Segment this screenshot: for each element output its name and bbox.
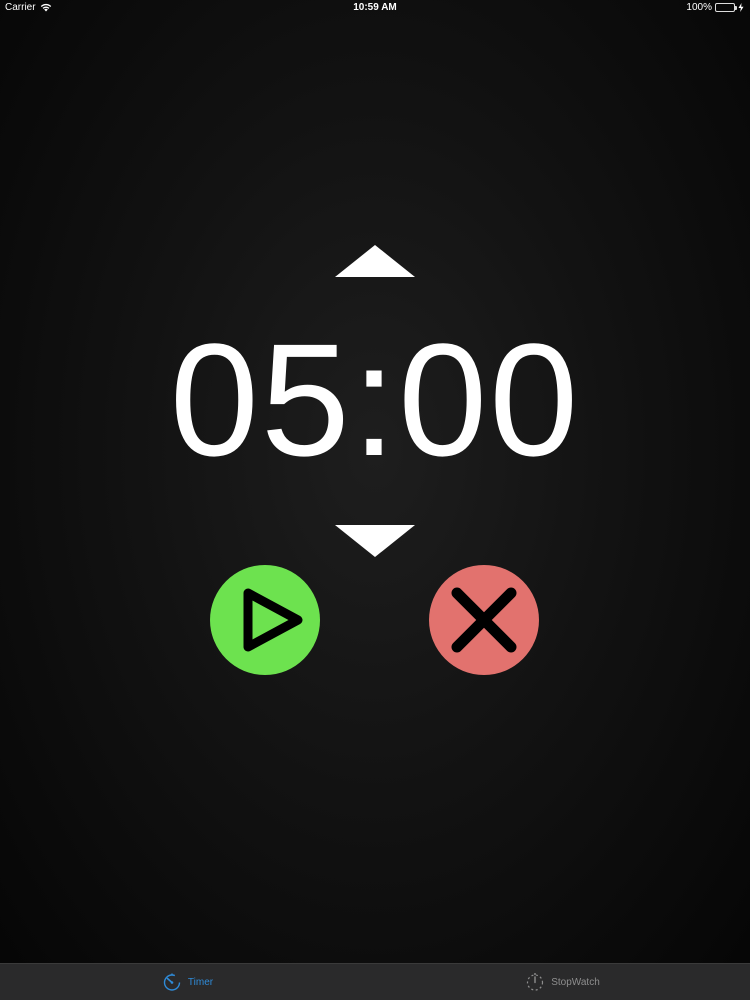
stopwatch-icon xyxy=(527,973,544,991)
increase-time-button[interactable] xyxy=(334,244,416,278)
timer-screen: Carrier 10:59 AM 100% 05:00 Timer StopWa… xyxy=(0,0,750,1000)
timer-icon xyxy=(163,973,181,991)
status-bar: Carrier 10:59 AM 100% xyxy=(0,0,750,18)
cancel-button[interactable] xyxy=(429,565,539,675)
tab-stopwatch-label: StopWatch xyxy=(551,976,600,988)
triangle-up-icon xyxy=(335,245,415,277)
tab-timer[interactable]: Timer xyxy=(0,964,375,1000)
tab-bar: Timer StopWatch xyxy=(0,963,750,1000)
status-time: 10:59 AM xyxy=(353,2,397,13)
timer-display: 05:00 xyxy=(169,310,581,489)
decrease-time-button[interactable] xyxy=(334,524,416,558)
battery-percent: 100% xyxy=(686,2,712,13)
tab-stopwatch[interactable]: StopWatch xyxy=(375,964,750,1000)
start-button[interactable] xyxy=(210,565,320,675)
tab-timer-label: Timer xyxy=(187,976,214,988)
charging-icon xyxy=(738,3,744,12)
battery-cap xyxy=(735,6,737,10)
play-icon xyxy=(243,588,303,652)
triangle-down-icon xyxy=(335,525,415,557)
battery-icon xyxy=(715,3,737,12)
status-right: 100% xyxy=(686,2,744,13)
close-icon xyxy=(451,587,517,653)
